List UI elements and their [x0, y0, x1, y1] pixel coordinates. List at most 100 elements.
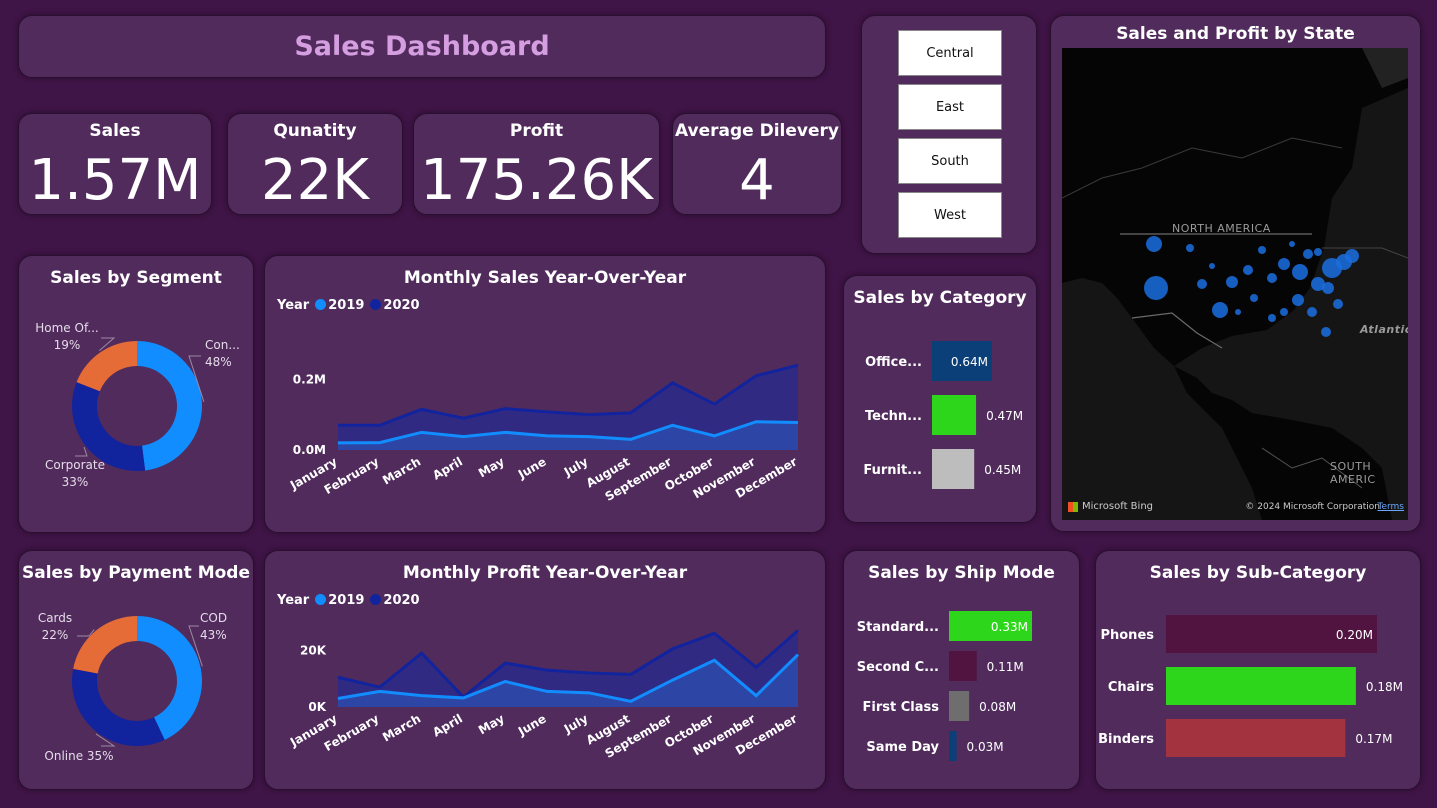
bing-label: Microsoft Bing: [1082, 501, 1154, 512]
y-tick-label: 0.2M: [293, 372, 326, 386]
donut-slice[interactable]: [73, 616, 137, 674]
map-bubble[interactable]: [1289, 241, 1295, 247]
x-tick-label: April: [430, 454, 465, 482]
bar-value-label: 0.20M: [1336, 628, 1373, 642]
monthly-profit-card: Monthly Profit Year-Over-Year Year 2019 …: [264, 550, 826, 790]
map-bubble[interactable]: [1278, 258, 1290, 270]
donut-slice-percent: 43%: [200, 628, 227, 642]
map-bubble[interactable]: [1268, 314, 1276, 322]
region-option-east[interactable]: East: [898, 84, 1002, 130]
map-bubble[interactable]: [1197, 279, 1207, 289]
donut-slice-label: Cards: [38, 611, 72, 625]
map-bubble[interactable]: [1146, 236, 1162, 252]
map-bubble[interactable]: [1226, 276, 1238, 288]
map-bubble[interactable]: [1250, 294, 1258, 302]
map-card: Sales and Profit by State NORTH AMERICA …: [1050, 15, 1421, 532]
map-bubble[interactable]: [1314, 248, 1322, 256]
map-bubble[interactable]: [1333, 299, 1343, 309]
map-label-atlantic: Atlantic: [1360, 323, 1408, 336]
map-bubble[interactable]: [1243, 265, 1253, 275]
bar-value-label: 0.11M: [987, 660, 1024, 674]
donut-slice[interactable]: [72, 668, 165, 746]
map-canvas[interactable]: NORTH AMERICA SOUTH AMERIC Atlantic Micr…: [1062, 48, 1408, 520]
kpi-delivery-card: Average Dilevery 4: [672, 113, 842, 215]
map-bubble[interactable]: [1345, 249, 1359, 263]
kpi-quantity-card: Qunatity 22K: [227, 113, 403, 215]
microsoft-logo-icon: [1068, 501, 1078, 512]
donut-slice[interactable]: [137, 341, 203, 471]
donut-slice-percent: 22%: [42, 628, 69, 642]
kpi-profit-value: 175.26K: [420, 148, 653, 213]
kpi-quantity-value: 22K: [261, 148, 369, 213]
map-bubble[interactable]: [1292, 294, 1304, 306]
region-option-west[interactable]: West: [898, 192, 1002, 238]
segment-donut-chart: Con... 48% Corporate 33% Home Of... 19%: [35, 321, 240, 489]
segment-card: Sales by Segment Con... 48% Corporate 33% Ho…: [18, 255, 254, 533]
map-bubble[interactable]: [1292, 264, 1308, 280]
region-option-central[interactable]: Central: [898, 30, 1002, 76]
map-bubble[interactable]: [1235, 309, 1241, 315]
region-option-south[interactable]: South: [898, 138, 1002, 184]
map-bubble[interactable]: [1307, 307, 1317, 317]
map-terms-link[interactable]: Terms: [1377, 502, 1404, 512]
bar-category-label: Same Day: [866, 740, 939, 755]
monthly-sales-area-chart: 0.0M0.2MJanuaryFebruaryMarch April May June…: [287, 363, 800, 504]
donut-slice-percent: 33%: [62, 475, 89, 489]
category-bar-chart: Office... 0.64M Techn... 0.47M Furnit... 0.45…: [863, 341, 1023, 489]
bar-category-label: Office...: [865, 355, 922, 370]
sub-category-bar-chart: Phones 0.20M Chairs 0.18M Binders 0.17M: [1098, 615, 1403, 757]
map-bubble[interactable]: [1303, 249, 1313, 259]
y-tick-label: 0.0M: [293, 443, 326, 457]
bar[interactable]: [1166, 667, 1356, 705]
bar-category-label: Binders: [1098, 732, 1154, 747]
kpi-profit-card: Profit 175.26K: [413, 113, 660, 215]
y-tick-label: 0K: [308, 700, 326, 714]
y-tick-label: 20K: [300, 643, 327, 657]
bar-value-label: 0.45M: [984, 463, 1021, 477]
x-tick-label: July: [561, 454, 591, 479]
map-bubble[interactable]: [1209, 263, 1215, 269]
bar[interactable]: [1166, 719, 1346, 757]
bar-value-label: 0.18M: [1366, 680, 1403, 694]
map-bubble[interactable]: [1322, 282, 1334, 294]
donut-slice-label: COD: [200, 611, 227, 625]
map-bubble[interactable]: [1280, 308, 1288, 316]
kpi-delivery-value: 4: [739, 148, 775, 213]
map-bubble[interactable]: [1186, 244, 1194, 252]
map-bubble[interactable]: [1258, 246, 1266, 254]
kpi-sales-card: Sales 1.57M: [18, 113, 212, 215]
bar-value-label: 0.47M: [986, 409, 1023, 423]
donut-slice-label: Corporate: [45, 458, 105, 472]
map-bubble[interactable]: [1212, 302, 1228, 318]
map-bubble[interactable]: [1321, 327, 1331, 337]
donut-slice[interactable]: [76, 341, 137, 392]
monthly-sales-card: Monthly Sales Year-Over-Year Year 2019 2…: [264, 255, 826, 533]
map-label-south-america: SOUTH AMERIC: [1330, 460, 1376, 486]
map-bubble[interactable]: [1144, 276, 1168, 300]
bar[interactable]: [932, 395, 977, 435]
bar-category-label: Second C...: [857, 660, 939, 675]
kpi-sales-label: Sales: [89, 121, 141, 141]
map-bubble[interactable]: [1267, 273, 1277, 283]
sub-category-card: Sales by Sub-Category Phones 0.20M Chairs 0…: [1095, 550, 1421, 790]
x-tick-label: May: [476, 711, 507, 737]
map-copyright: © 2024 Microsoft Corporation: [1245, 502, 1380, 512]
kpi-delivery-label: Average Dilevery: [674, 121, 839, 141]
bar-value-label: 0.33M: [991, 620, 1028, 634]
map-label-north-america: NORTH AMERICA: [1172, 222, 1271, 235]
title-card: Sales Dashboard: [18, 15, 826, 78]
bar[interactable]: [949, 691, 970, 721]
donut-slice-label: Home Of...: [35, 321, 99, 335]
donut-leader-line: [75, 446, 88, 457]
payment-donut-chart: COD 43% Online 35% Cards 22%: [38, 611, 227, 763]
bar[interactable]: [949, 651, 977, 681]
kpi-profit-label: Profit: [509, 121, 564, 141]
bar-value-label: 0.64M: [951, 355, 988, 369]
bar[interactable]: [932, 449, 975, 489]
ship-mode-card: Sales by Ship Mode Standard... 0.33M Secon…: [843, 550, 1080, 790]
bar-category-label: First Class: [863, 700, 940, 715]
bar-category-label: Chairs: [1108, 680, 1154, 695]
bar[interactable]: [949, 731, 957, 761]
x-tick-label: March: [380, 454, 423, 487]
bar-value-label: 0.08M: [979, 700, 1016, 714]
